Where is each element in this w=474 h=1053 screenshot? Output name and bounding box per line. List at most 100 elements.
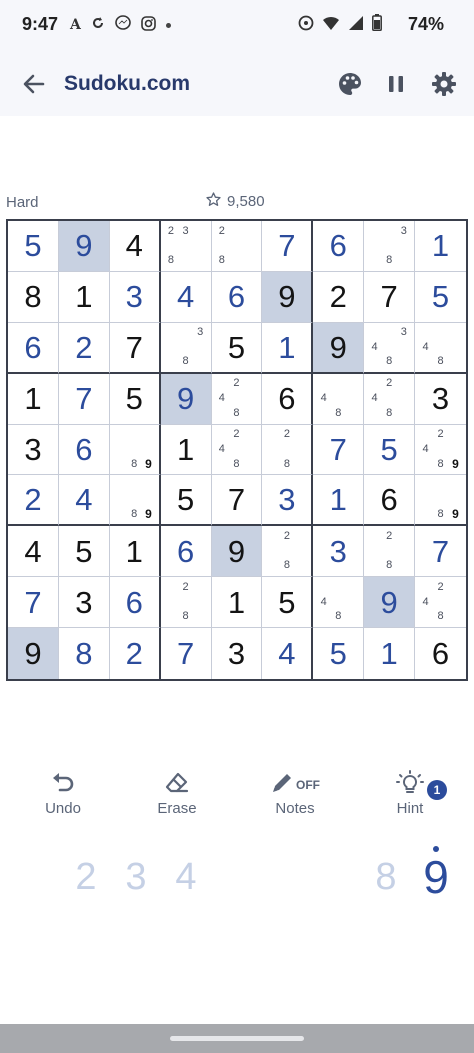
sudoku-cell[interactable]: 1 — [109, 526, 161, 578]
sudoku-cell[interactable]: 248 — [364, 373, 416, 425]
sudoku-cell[interactable]: 5 — [58, 526, 110, 578]
sudoku-cell[interactable]: 6 — [415, 628, 466, 679]
sudoku-cell[interactable]: 4 — [262, 628, 314, 679]
sudoku-cell[interactable]: 6 — [109, 577, 161, 629]
cell-value: 1 — [125, 533, 143, 569]
sudoku-cell[interactable]: 89 — [415, 475, 466, 527]
sudoku-cell[interactable]: 8 — [58, 628, 110, 679]
sudoku-cell[interactable]: 1 — [160, 424, 212, 476]
sudoku-cell[interactable]: 28 — [364, 526, 416, 578]
sudoku-cell[interactable]: 2 — [313, 271, 365, 323]
sudoku-cell[interactable]: 2 — [8, 475, 59, 527]
home-gesture-handle[interactable] — [170, 1036, 304, 1041]
sudoku-cell[interactable]: 3 — [262, 475, 314, 527]
palette-icon[interactable] — [336, 70, 364, 98]
sudoku-cell[interactable]: 9 — [211, 526, 263, 578]
sudoku-cell[interactable]: 9 — [58, 221, 110, 272]
sudoku-cell[interactable]: 28 — [160, 577, 212, 629]
sudoku-cell[interactable]: 1 — [211, 577, 263, 629]
sudoku-cell[interactable]: 9 — [262, 271, 314, 323]
sudoku-cell[interactable]: 38 — [364, 221, 416, 272]
sudoku-cell[interactable]: 5 — [262, 577, 314, 629]
note-digit: 2 — [283, 428, 290, 441]
numpad-digit[interactable]: 4 — [161, 856, 211, 899]
sudoku-cell[interactable]: 1 — [364, 628, 416, 679]
sudoku-cell[interactable]: 3 — [415, 373, 466, 425]
sudoku-cell[interactable]: 1 — [8, 373, 59, 425]
sudoku-cell[interactable]: 3 48 — [364, 322, 416, 374]
numpad-digit-selected[interactable]: 9 — [411, 846, 461, 904]
sudoku-cell[interactable]: 9 — [364, 577, 416, 629]
sudoku-cell[interactable]: 4 — [160, 271, 212, 323]
sudoku-cell[interactable]: 8 — [8, 271, 59, 323]
sudoku-cell[interactable]: 1 — [415, 221, 466, 272]
sudoku-cell[interactable]: 2 — [58, 322, 110, 374]
hint-button[interactable]: Hint 1 — [365, 770, 455, 817]
difficulty-label: Hard — [6, 194, 39, 211]
sudoku-cell[interactable]: 3 — [211, 628, 263, 679]
numpad-digit[interactable]: 3 — [111, 856, 161, 899]
sudoku-cell[interactable]: 5 — [415, 271, 466, 323]
sudoku-cell[interactable]: 5 — [211, 322, 263, 374]
sudoku-cell[interactable]: 7 — [415, 526, 466, 578]
sudoku-cell[interactable]: 7 — [211, 475, 263, 527]
sudoku-cell[interactable]: 7 — [160, 628, 212, 679]
sudoku-cell[interactable]: 38 — [160, 322, 212, 374]
numpad-digit[interactable]: 2 — [61, 856, 111, 899]
sudoku-cell[interactable]: 89 — [109, 475, 161, 527]
sudoku-cell[interactable]: 5 — [109, 373, 161, 425]
sudoku-cell[interactable]: 28 — [262, 424, 314, 476]
sudoku-cell[interactable]: 4 — [58, 475, 110, 527]
sudoku-cell[interactable]: 89 — [109, 424, 161, 476]
note-digit — [164, 595, 179, 610]
sudoku-cell[interactable]: 6 — [262, 373, 314, 425]
back-arrow-icon[interactable] — [20, 70, 48, 98]
sudoku-cell[interactable]: 6 — [58, 424, 110, 476]
undo-button[interactable]: Undo — [18, 770, 108, 817]
numpad-digit[interactable]: 8 — [361, 856, 411, 899]
sudoku-cell[interactable]: 2489 — [415, 424, 466, 476]
sudoku-cell[interactable]: 48 — [313, 373, 365, 425]
erase-button[interactable]: Erase — [132, 770, 222, 817]
sudoku-cell[interactable]: 5 — [8, 221, 59, 272]
sudoku-cell[interactable]: 9 — [8, 628, 59, 679]
sudoku-cell[interactable]: 6 — [211, 271, 263, 323]
sudoku-cell[interactable]: 28 — [211, 221, 263, 272]
sudoku-cell[interactable]: 4 — [8, 526, 59, 578]
sudoku-cell[interactable]: 7 — [58, 373, 110, 425]
sudoku-cell[interactable]: 1 — [313, 475, 365, 527]
cell-value: 7 — [431, 533, 450, 569]
sudoku-cell[interactable]: 248 — [415, 577, 466, 629]
sudoku-cell[interactable]: 3 — [8, 424, 59, 476]
sudoku-cell[interactable]: 3 — [58, 577, 110, 629]
sudoku-cell[interactable]: 9 — [160, 373, 212, 425]
sudoku-cell[interactable]: 6 — [8, 322, 59, 374]
sudoku-cell[interactable]: 5 — [364, 424, 416, 476]
sudoku-cell[interactable]: 2 — [109, 628, 161, 679]
gear-icon[interactable] — [430, 70, 458, 98]
sudoku-cell[interactable]: 6 — [313, 221, 365, 272]
sudoku-cell[interactable]: 3 — [313, 526, 365, 578]
sudoku-cell[interactable]: 7 — [364, 271, 416, 323]
sudoku-cell[interactable]: 6 — [364, 475, 416, 527]
sudoku-cell[interactable]: 1 — [58, 271, 110, 323]
sudoku-cell[interactable]: 248 — [211, 424, 263, 476]
sudoku-cell[interactable]: 7 — [109, 322, 161, 374]
sudoku-cell[interactable]: 6 — [160, 526, 212, 578]
sudoku-cell[interactable]: 7 — [262, 221, 314, 272]
sudoku-cell[interactable]: 7 — [8, 577, 59, 629]
sudoku-cell[interactable]: 9 — [313, 322, 365, 374]
pause-icon[interactable] — [382, 70, 410, 98]
sudoku-cell[interactable]: 48 — [415, 322, 466, 374]
sudoku-cell[interactable]: 1 — [262, 322, 314, 374]
sudoku-cell[interactable]: 248 — [211, 373, 263, 425]
notes-button[interactable]: OFF Notes — [250, 770, 340, 817]
sudoku-cell[interactable]: 28 — [262, 526, 314, 578]
sudoku-cell[interactable]: 3 — [109, 271, 161, 323]
sudoku-cell[interactable]: 48 — [313, 577, 365, 629]
sudoku-cell[interactable]: 4 — [109, 221, 161, 272]
sudoku-cell[interactable]: 5 — [160, 475, 212, 527]
sudoku-cell[interactable]: 23 8 — [160, 221, 212, 272]
sudoku-cell[interactable]: 5 — [313, 628, 365, 679]
sudoku-cell[interactable]: 7 — [313, 424, 365, 476]
